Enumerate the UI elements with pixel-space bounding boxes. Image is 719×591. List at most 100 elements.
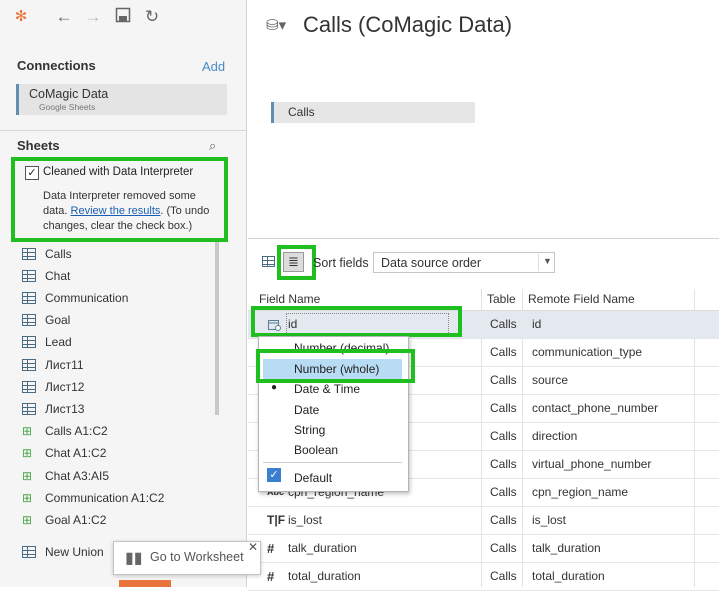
chevron-down-icon: ▼ <box>543 256 552 266</box>
sheet-label: Chat A3:AI5 <box>45 469 110 483</box>
remote-field-name: direction <box>532 429 578 443</box>
table-pill-label: Calls <box>288 105 315 119</box>
field-table: Calls <box>490 569 517 583</box>
list-view-highlight <box>277 245 316 280</box>
new-union-label: New Union <box>45 545 104 559</box>
table-pill[interactable]: Calls <box>271 102 475 123</box>
named-range-icon: ⊞ <box>22 491 33 505</box>
sheet-item[interactable]: ⊞ Chat A3:AI5 <box>22 466 109 486</box>
sheet-table-icon <box>22 314 36 326</box>
sort-order-value: Data source order <box>381 256 482 270</box>
tableau-logo-icon[interactable]: ✻ <box>10 6 32 28</box>
sort-order-select[interactable]: Data source order ▼ <box>373 252 555 273</box>
field-table: Calls <box>490 317 517 331</box>
remote-field-name: talk_duration <box>532 541 601 555</box>
sort-fields-label: Sort fields <box>313 256 369 270</box>
sheet-item[interactable]: ⊞ Goal A1:C2 <box>22 510 106 530</box>
field-table: Calls <box>490 541 517 555</box>
back-arrow-icon[interactable]: ← <box>53 6 75 28</box>
bar-chart-icon: ▮▮ <box>125 550 143 567</box>
sheet-item[interactable]: Лист11 <box>22 355 84 375</box>
sheet-table-icon <box>22 403 36 415</box>
remote-field-name: communication_type <box>532 345 643 359</box>
sheet-item[interactable]: Lead <box>22 332 72 352</box>
sheet-item[interactable]: ⊞ Chat A1:C2 <box>22 443 106 463</box>
connections-heading: Connections <box>17 58 96 73</box>
sheet-item[interactable]: Лист13 <box>22 399 84 419</box>
menu-separator <box>263 462 402 463</box>
menu-item-boolean[interactable]: Boolean <box>294 443 338 457</box>
named-range-icon: ⊞ <box>22 469 33 483</box>
sheet-item[interactable]: Goal <box>22 310 70 330</box>
sheet-label: Communication A1:C2 <box>45 491 165 505</box>
sheet-table-icon <box>22 381 36 393</box>
sheet-label: Лист11 <box>45 358 84 372</box>
sheet-item[interactable]: ⊞ Calls A1:C2 <box>22 421 108 441</box>
datasource-icon[interactable]: ⛁▾ <box>266 16 286 34</box>
new-union-item[interactable]: New Union <box>22 542 104 562</box>
menu-item-date[interactable]: Date <box>294 403 319 417</box>
save-icon[interactable] <box>112 7 134 29</box>
menu-item-date-time[interactable]: Date & Time <box>294 382 360 396</box>
sheet-table-icon <box>22 292 36 304</box>
sheet-item[interactable]: Calls <box>22 244 72 264</box>
number-type-icon[interactable]: # <box>267 563 274 590</box>
remote-field-name: virtual_phone_number <box>532 457 652 471</box>
field-name[interactable]: is_lost <box>288 507 322 534</box>
sheet-table-icon <box>22 248 36 260</box>
menu-item-default[interactable]: Default <box>294 471 332 485</box>
field-table: Calls <box>490 513 517 527</box>
interpreter-highlight <box>11 157 228 242</box>
column-header-table[interactable]: Table <box>487 288 516 310</box>
sheet-table-icon <box>22 336 36 348</box>
remote-field-name: total_duration <box>532 569 605 583</box>
union-icon <box>22 546 36 558</box>
remote-field-name: cpn_region_name <box>532 485 629 499</box>
sheets-scrollbar[interactable] <box>215 240 219 415</box>
go-to-worksheet-tooltip[interactable]: ▮▮ Go to Worksheet ✕ <box>113 540 261 575</box>
add-connection-link[interactable]: Add <box>202 59 225 74</box>
sheet-table-icon <box>22 359 36 371</box>
sheets-heading: Sheets <box>17 138 60 153</box>
sheet-item[interactable]: Chat <box>22 266 70 286</box>
connection-item[interactable]: CoMagic Data Google Sheets <box>16 84 227 115</box>
go-to-worksheet-label: Go to Worksheet <box>150 550 244 564</box>
field-name[interactable]: total_duration <box>288 563 361 590</box>
named-range-icon: ⊞ <box>22 446 33 460</box>
field-name[interactable]: talk_duration <box>288 535 357 562</box>
search-icon[interactable]: ⌕ <box>209 138 216 154</box>
menu-item-string[interactable]: String <box>294 423 325 437</box>
refresh-icon[interactable]: ↻ <box>141 6 163 28</box>
sheet-item[interactable]: Communication <box>22 288 128 308</box>
select-divider <box>538 254 539 271</box>
field-table: Calls <box>490 401 517 415</box>
boolean-type-icon[interactable]: T|F <box>267 507 285 534</box>
grid-view-icon[interactable] <box>262 256 275 267</box>
table-row[interactable]: # talk_duration Calls talk_duration <box>248 535 719 563</box>
table-row[interactable]: T|F is_lost Calls is_lost <box>248 507 719 535</box>
number-type-icon[interactable]: # <box>267 535 274 562</box>
left-panel: ✻ ← → ↻ Connections Add CoMagic Data Goo… <box>0 0 247 587</box>
datasource-title[interactable]: Calls (CoMagic Data) <box>303 12 512 38</box>
sheet-label: Goal A1:C2 <box>45 513 107 527</box>
grid-view-glyph <box>262 256 275 267</box>
checkmark-icon: ✓ <box>267 468 281 482</box>
field-table: Calls <box>490 485 517 499</box>
named-range-icon: ⊞ <box>22 513 33 527</box>
close-icon[interactable]: ✕ <box>248 540 258 554</box>
remote-field-name: is_lost <box>532 513 567 527</box>
sheet-label: Goal <box>45 313 71 327</box>
sheet-item[interactable]: ⊞ Communication A1:C2 <box>22 488 164 508</box>
field-table: Calls <box>490 373 517 387</box>
selected-dot-icon: ● <box>271 382 278 393</box>
worksheet-tab[interactable] <box>119 580 171 587</box>
field-table: Calls <box>490 429 517 443</box>
sheet-label: Calls <box>45 247 72 261</box>
sheet-label: Лист13 <box>45 402 85 416</box>
connection-type: Google Sheets <box>39 102 96 112</box>
remote-field-name: source <box>532 373 569 387</box>
column-header-remote-field[interactable]: Remote Field Name <box>528 288 635 310</box>
field-table: Calls <box>490 457 517 471</box>
sheet-item[interactable]: Лист12 <box>22 377 84 397</box>
forward-arrow-icon[interactable]: → <box>82 6 104 28</box>
